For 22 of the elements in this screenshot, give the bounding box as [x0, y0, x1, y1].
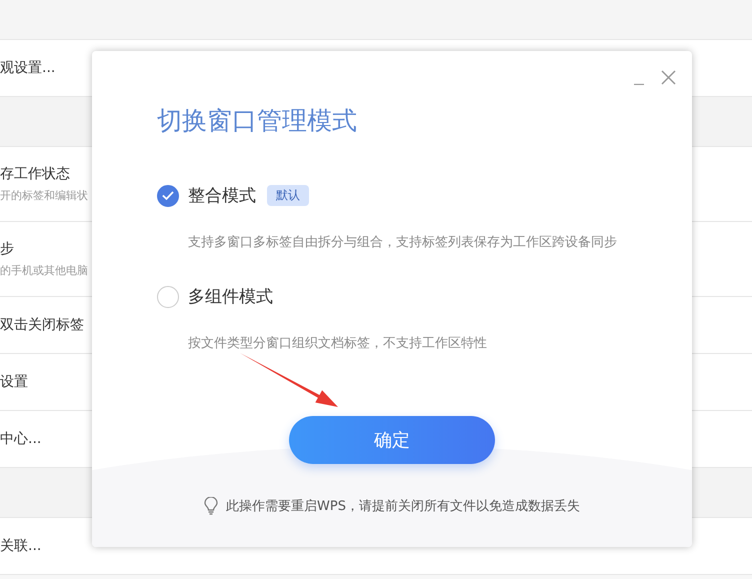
option-label[interactable]: 整合模式 [188, 184, 256, 207]
setting-title[interactable]: 步 [0, 240, 14, 258]
restart-notice: 此操作需要重启WPS，请提前关闭所有文件以免造成数据丢失 [226, 498, 580, 515]
setting-title[interactable]: 中心... [0, 430, 42, 448]
setting-description: 开的标签和编辑状 [0, 188, 88, 203]
setting-title[interactable]: 观设置... [0, 59, 56, 77]
option-description: 按文件类型分窗口组织文档标签，不支持工作区特性 [188, 335, 487, 352]
option-description: 支持多窗口多标签自由拆分与组合，支持标签列表保存为工作区跨设备同步 [188, 234, 617, 251]
check-icon [162, 191, 174, 200]
lightbulb-icon [204, 497, 218, 515]
confirm-button[interactable]: 确定 [289, 416, 495, 464]
radio-button[interactable] [157, 286, 179, 308]
setting-title[interactable]: 关联... [0, 537, 42, 555]
setting-title[interactable]: 存工作状态 [0, 165, 70, 183]
setting-title[interactable]: 设置 [0, 373, 28, 391]
setting-description: 的手机或其他电脑 [0, 263, 88, 278]
option-label[interactable]: 多组件模式 [188, 285, 273, 308]
checked-radio[interactable] [157, 184, 179, 206]
close-icon[interactable] [661, 70, 676, 85]
setting-title[interactable]: 双击关闭标签 [0, 316, 84, 334]
default-badge: 默认 [267, 185, 309, 206]
dialog-title: 切换窗口管理模式 [157, 105, 357, 137]
